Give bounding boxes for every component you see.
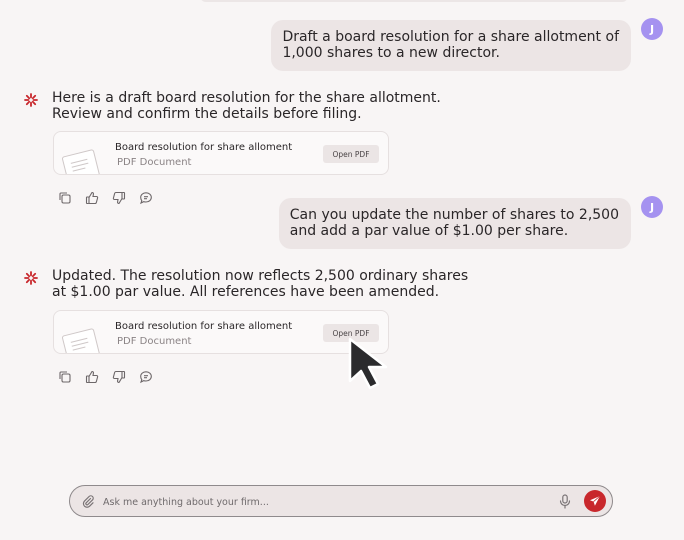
attachment-type: PDF Document [117,157,192,168]
message-actions [57,190,154,206]
user-message-row: Can you update the number of shares to 2… [278,196,663,249]
send-button[interactable] [584,490,606,512]
document-thumbnail-icon [62,328,101,353]
paperclip-icon[interactable] [81,494,95,508]
comment-icon[interactable] [138,369,154,385]
microphone-icon[interactable] [558,494,572,509]
attachment-title: Board resolution for share alloment [115,321,293,332]
send-icon [590,495,601,506]
thumbs-down-icon[interactable] [111,190,127,206]
open-pdf-button[interactable]: Open PDF [323,145,379,163]
thumbs-up-icon[interactable] [84,369,100,385]
chat-input[interactable] [101,492,545,512]
user-avatar: J [641,196,663,218]
starburst-logo-icon [24,93,38,107]
message-actions [57,369,154,385]
copy-icon[interactable] [57,190,73,206]
thumbs-up-icon[interactable] [84,190,100,206]
pdf-attachment-card[interactable]: Board resolution for share alloment PDF … [53,310,389,354]
assistant-message-text: Updated. The resolution now reflects 2,5… [52,268,469,300]
user-message-row: Draft a board resolution for a share all… [271,18,663,71]
user-avatar: J [641,18,663,40]
user-message-bubble: Draft a board resolution for a share all… [271,20,631,71]
copy-icon[interactable] [57,369,73,385]
thumbs-down-icon[interactable] [111,369,127,385]
mouse-pointer-icon [348,337,388,390]
assistant-message-text: Here is a draft board resolution for the… [52,90,441,122]
starburst-logo-icon [24,271,38,285]
document-thumbnail-icon [62,149,101,174]
comment-icon[interactable] [138,190,154,206]
pdf-attachment-card[interactable]: Board resolution for share alloment PDF … [53,131,389,175]
previous-message-edge [200,0,628,2]
user-message-bubble: Can you update the number of shares to 2… [278,198,631,249]
attachment-type: PDF Document [117,336,192,347]
attachment-title: Board resolution for share alloment [115,142,293,153]
chat-composer [69,485,613,517]
